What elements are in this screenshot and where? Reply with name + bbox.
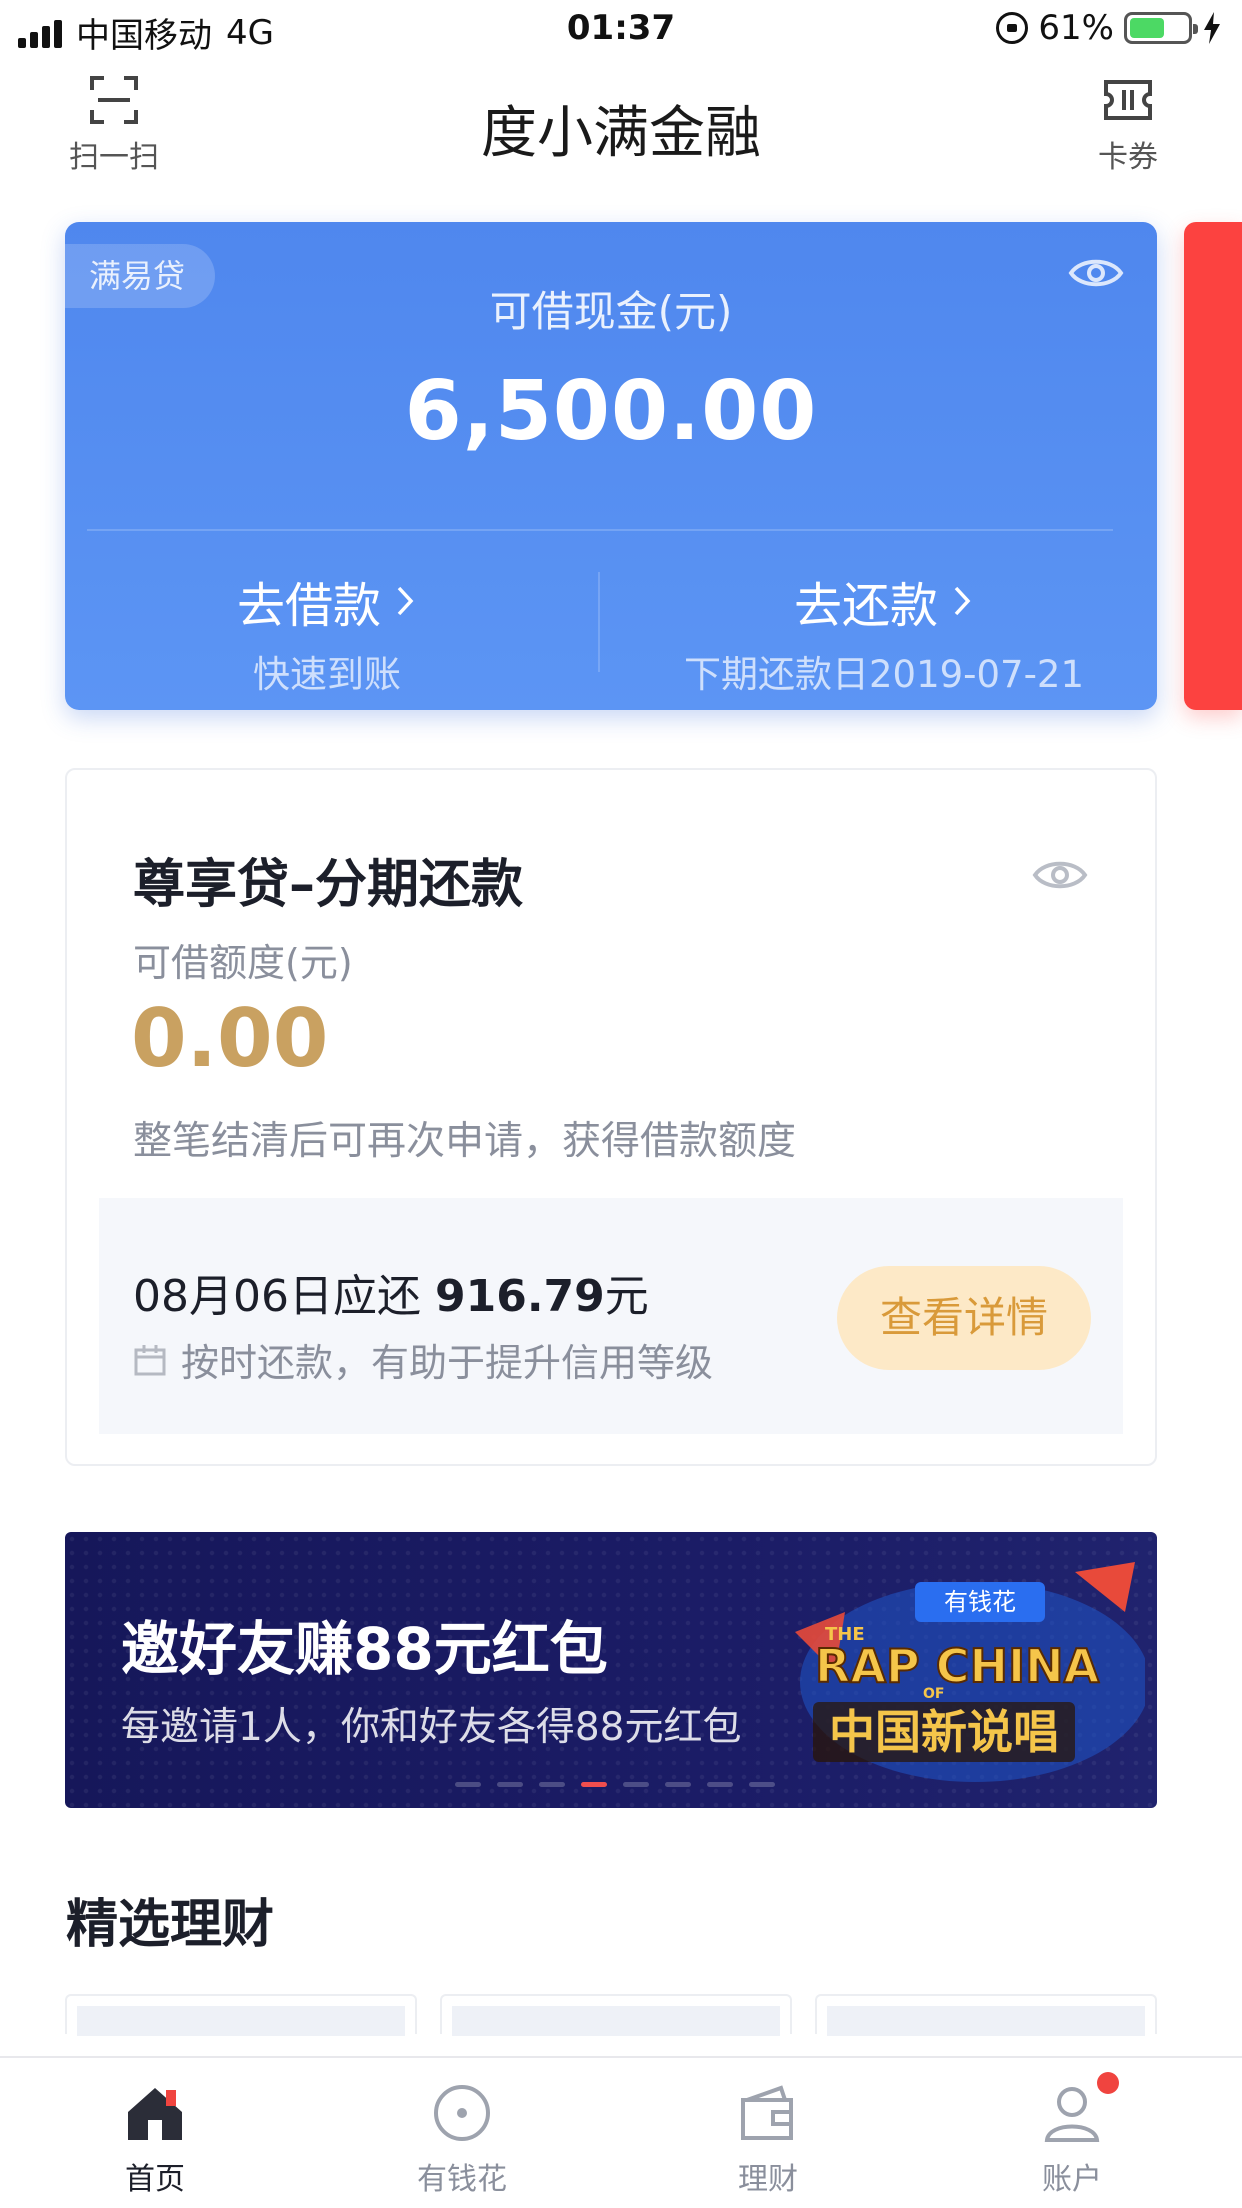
home-icon [128, 2088, 182, 2140]
loan-limit-amount: 0.00 [131, 992, 329, 1085]
rotation-lock-icon [996, 12, 1029, 44]
borrow-subtitle: 快速到账 [253, 653, 401, 696]
calendar-icon [134, 1344, 166, 1375]
borrow-title: 去借款 [236, 578, 381, 634]
user-icon-wrap [1039, 2072, 1119, 2146]
chevron-right-icon [954, 586, 971, 616]
status-right: 61% [996, 8, 1222, 48]
chevron-right-icon [397, 586, 414, 616]
banner-art-of: OF [923, 1686, 944, 1702]
due-line: 08月06日应还 916.79元 [133, 1260, 649, 1324]
wallet-icon [741, 2085, 793, 2140]
loan-hint: 整笔结清后可再次申请，获得借款额度 [133, 1119, 797, 1164]
banner-dot [497, 1782, 523, 1787]
charging-icon [1204, 12, 1220, 44]
tab-home-label: 首页 [125, 2162, 185, 2197]
banner-title: 邀好友赚88元红包 [121, 1615, 608, 1683]
card-vertical-divider [598, 572, 600, 672]
battery-percent: 61% [1038, 8, 1114, 48]
tab-youqianhua[interactable]: 有钱花 [362, 2058, 562, 2208]
tab-licai-label: 理财 [738, 2162, 798, 2197]
banner-page-indicator [455, 1782, 775, 1787]
page-title: 度小满金融 [481, 101, 761, 166]
loan-title: 尊享贷–分期还款 [133, 855, 524, 915]
due-date-text: 08月06日应还 [133, 1271, 421, 1322]
banner-dot [665, 1782, 691, 1787]
eye-icon[interactable] [1031, 846, 1089, 904]
coin-circle-icon [434, 2085, 490, 2141]
product-card[interactable] [815, 1994, 1157, 2036]
cash-amount: 6,500.00 [404, 364, 818, 459]
cash-loan-card[interactable]: 满易贷 可借现金(元) 6,500.00 去借款 快速到账 去还款 下期还款日2… [65, 222, 1157, 710]
banner-dot [455, 1782, 481, 1787]
status-bar: 中国移动 4G 01:37 61% [0, 0, 1242, 62]
banner-dot [623, 1782, 649, 1787]
tab-account[interactable]: 账户 [972, 2058, 1172, 2208]
repay-subtitle: 下期还款日2019-07-21 [683, 653, 1085, 696]
next-card-peek[interactable] [1184, 222, 1242, 710]
due-amount: 916.79 [434, 1271, 605, 1322]
due-unit: 元 [604, 1271, 649, 1322]
coupon-button[interactable]: 卡券 [1068, 74, 1188, 176]
banner-badge: 有钱花 [944, 1588, 1016, 1616]
banner-dot [539, 1782, 565, 1787]
coupon-label: 卡券 [1098, 140, 1158, 175]
app-header: 扫一扫 度小满金融 卡券 [0, 62, 1242, 192]
repayment-box: 08月06日应还 916.79元 按时还款，有助于提升信用等级 查看详情 [99, 1198, 1123, 1434]
user-icon [1044, 2087, 1100, 2142]
notification-dot [1097, 2072, 1119, 2094]
due-tip-row: 按时还款，有助于提升信用等级 [133, 1332, 713, 1387]
banner-subtitle: 每邀请1人，你和好友各得88元红包 [121, 1705, 742, 1750]
cash-label: 可借现金(元) [489, 287, 733, 336]
rap-of-china-logo: 有钱花 THE RAP CHINA OF 中国新说唱 [795, 1562, 1145, 1782]
borrow-button[interactable]: 去借款 快速到账 [65, 566, 589, 698]
repay-title: 去还款 [793, 578, 938, 634]
product-card[interactable] [65, 1994, 417, 2036]
loan-limit-label: 可借额度(元) [133, 941, 353, 985]
ticket-icon [1104, 80, 1152, 120]
card-divider [87, 529, 1113, 531]
bottom-tab-bar: 首页 有钱花 理财 账户 [0, 2056, 1242, 2208]
banner-art-main: RAP CHINA [815, 1639, 1100, 1693]
battery-fill [1130, 18, 1165, 38]
repay-button[interactable]: 去还款 下期还款日2019-07-21 [611, 566, 1157, 698]
due-tip: 按时还款，有助于提升信用等级 [181, 1341, 714, 1385]
tab-home[interactable]: 首页 [55, 2058, 255, 2208]
section-title: 精选理财 [66, 1895, 275, 1955]
view-details-button[interactable]: 查看详情 [837, 1266, 1091, 1370]
banner-dot [581, 1782, 607, 1787]
banner-dot [707, 1782, 733, 1787]
tab-licai[interactable]: 理财 [668, 2058, 868, 2208]
battery-icon [1124, 12, 1198, 44]
promo-banner[interactable]: 邀好友赚88元红包 每邀请1人，你和好友各得88元红包 有钱花 THE RAP … [65, 1532, 1157, 1808]
installment-loan-card: 尊享贷–分期还款 可借额度(元) 0.00 整笔结清后可再次申请，获得借款额度 … [65, 768, 1157, 1466]
product-card[interactable] [440, 1994, 792, 2036]
banner-art-cn: 中国新说唱 [829, 1705, 1059, 1759]
tab-youqianhua-label: 有钱花 [417, 2162, 507, 2197]
banner-dot [749, 1782, 775, 1787]
tab-account-label: 账户 [1042, 2162, 1102, 2197]
